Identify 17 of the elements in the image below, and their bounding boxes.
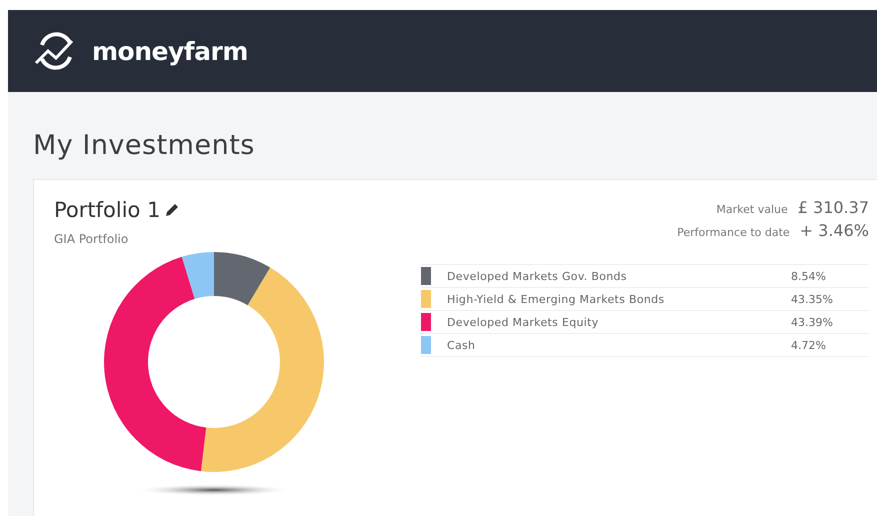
legend-label: Cash [447, 338, 476, 352]
stat-value: + 3.46% [800, 221, 869, 240]
legend-percent: 43.35% [791, 292, 834, 306]
stat-label: Performance to date [677, 226, 790, 239]
stat-value: £ 310.37 [798, 198, 869, 217]
portfolio-name: Portfolio 1 [54, 198, 160, 222]
legend-percent: 4.72% [791, 338, 827, 352]
brand-name: moneyfarm [92, 36, 248, 66]
legend-label: High-Yield & Emerging Markets Bonds [447, 292, 666, 306]
legend-percent: 43.39% [791, 316, 834, 328]
legend-percent: 8.54% [791, 270, 827, 282]
page-title: My Investments [33, 130, 256, 161]
legend-label: Developed Markets Gov. Bonds [447, 270, 628, 282]
edit-icon[interactable] [164, 202, 180, 218]
legend-label: Developed Markets Equity [447, 316, 600, 328]
portfolio-type: GIA Portfolio [54, 232, 130, 246]
stat-label: Market value [716, 203, 788, 216]
